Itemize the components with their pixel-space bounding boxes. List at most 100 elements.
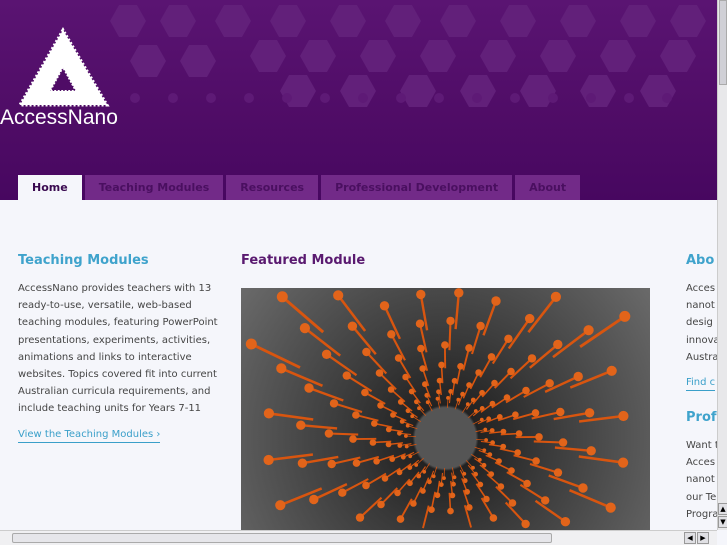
dot-decoration xyxy=(586,93,596,103)
vertical-scroll-thumb[interactable] xyxy=(719,0,727,85)
teaching-text-line: animations and links to interactive xyxy=(18,351,192,363)
about-text-line: innova xyxy=(686,334,717,346)
view-teaching-modules-link[interactable]: View the Teaching Modules › xyxy=(18,429,161,443)
atom xyxy=(362,347,371,357)
prof-text-line: Want t xyxy=(686,440,717,451)
teaching-text-line: teaching modules, featuring PowerPoint xyxy=(18,317,218,329)
bond xyxy=(548,474,584,490)
bond xyxy=(346,374,373,393)
hexagon-decoration xyxy=(670,5,706,37)
vertical-scrollbar[interactable]: ▲ ▼ xyxy=(717,0,727,530)
dot-decoration xyxy=(624,93,634,103)
about-text-line: Austra xyxy=(686,351,717,363)
atom xyxy=(438,361,445,369)
horizontal-scroll-thumb[interactable] xyxy=(12,533,552,543)
dot-decoration xyxy=(396,93,406,103)
nanotube-illustration xyxy=(245,288,631,529)
find-out-more-link[interactable]: Find c xyxy=(686,377,716,391)
bond xyxy=(333,402,363,414)
scroll-down-icon[interactable]: ▼ xyxy=(718,516,727,528)
atom xyxy=(417,344,425,353)
bond xyxy=(308,386,344,402)
dot-decoration xyxy=(662,93,672,103)
atom xyxy=(446,316,455,326)
featured-module-image[interactable] xyxy=(241,288,650,530)
atom xyxy=(321,349,332,359)
atom xyxy=(550,291,561,302)
atom xyxy=(560,517,571,527)
atom xyxy=(338,488,347,497)
dot-decoration xyxy=(282,93,292,103)
atom xyxy=(553,468,563,477)
tab-resources[interactable]: Resources xyxy=(226,175,319,200)
featured-module-heading: Featured Module xyxy=(241,253,366,268)
teaching-text-line: presentations, experiments, activities, xyxy=(18,334,211,346)
hexagon-decoration xyxy=(580,75,616,107)
atom xyxy=(324,429,334,438)
atom xyxy=(573,371,583,382)
bond xyxy=(470,325,482,355)
tab-teaching-modules[interactable]: Teaching Modules xyxy=(84,175,224,200)
atom xyxy=(296,420,306,430)
hexagon-decoration xyxy=(620,5,656,37)
professional-development-heading: Profe xyxy=(686,410,717,425)
horizontal-scrollbar[interactable]: ◀ ▶ xyxy=(0,530,717,545)
teaching-text-line: include teaching units for Years 7-11 xyxy=(18,403,202,415)
prof-text-line: nanot xyxy=(686,474,715,486)
atom xyxy=(454,288,464,298)
atom xyxy=(521,519,530,529)
atom xyxy=(531,409,540,417)
atom xyxy=(619,310,631,322)
tab-about[interactable]: About xyxy=(515,175,581,200)
hexagon-decoration xyxy=(600,40,636,72)
bond xyxy=(504,501,527,525)
atom xyxy=(379,301,390,311)
bond xyxy=(328,432,359,436)
logo-text[interactable]: AccessNano xyxy=(0,106,118,130)
atom xyxy=(484,438,488,442)
atom xyxy=(584,408,595,418)
atom xyxy=(263,454,274,466)
bond xyxy=(454,292,460,330)
atom xyxy=(578,483,588,493)
hexagon-decoration xyxy=(330,5,366,37)
atom xyxy=(618,457,629,468)
atom xyxy=(618,410,629,422)
bond xyxy=(280,367,324,387)
bond xyxy=(507,317,531,350)
bond xyxy=(509,357,533,380)
hexagon-decoration xyxy=(420,40,456,72)
atom xyxy=(515,430,523,437)
bond xyxy=(359,496,383,519)
hexagon-decoration xyxy=(440,5,476,37)
atom xyxy=(342,371,351,380)
scroll-up-icon[interactable]: ▲ xyxy=(718,503,727,515)
atom xyxy=(605,502,616,513)
bond xyxy=(578,455,624,464)
bond xyxy=(250,342,301,369)
teaching-text-line: Australian curricula requirements, and xyxy=(18,386,211,398)
dot-decoration xyxy=(168,93,178,103)
hexagon-decoration xyxy=(160,5,196,37)
teaching-text-line: AccessNano provides teachers with 13 xyxy=(18,283,212,294)
about-text-line: desig xyxy=(686,317,713,329)
atom xyxy=(446,396,450,400)
hexagon-decoration xyxy=(540,40,576,72)
atom xyxy=(532,457,540,465)
atom xyxy=(352,411,360,419)
atom xyxy=(583,325,594,336)
hexagon-decoration xyxy=(500,5,536,37)
atom xyxy=(329,399,339,408)
teaching-modules-heading: Teaching Modules xyxy=(18,253,149,268)
scroll-left-icon[interactable]: ◀ xyxy=(684,532,696,544)
tab-professional-development[interactable]: Professional Development xyxy=(321,175,513,200)
atom xyxy=(276,363,287,374)
tab-home[interactable]: Home xyxy=(18,175,82,200)
atom xyxy=(447,507,454,515)
scroll-right-icon[interactable]: ▶ xyxy=(697,532,709,544)
bond xyxy=(448,320,452,351)
bond xyxy=(527,296,557,333)
atom xyxy=(525,313,535,324)
atom xyxy=(309,494,319,505)
atom xyxy=(387,330,396,339)
